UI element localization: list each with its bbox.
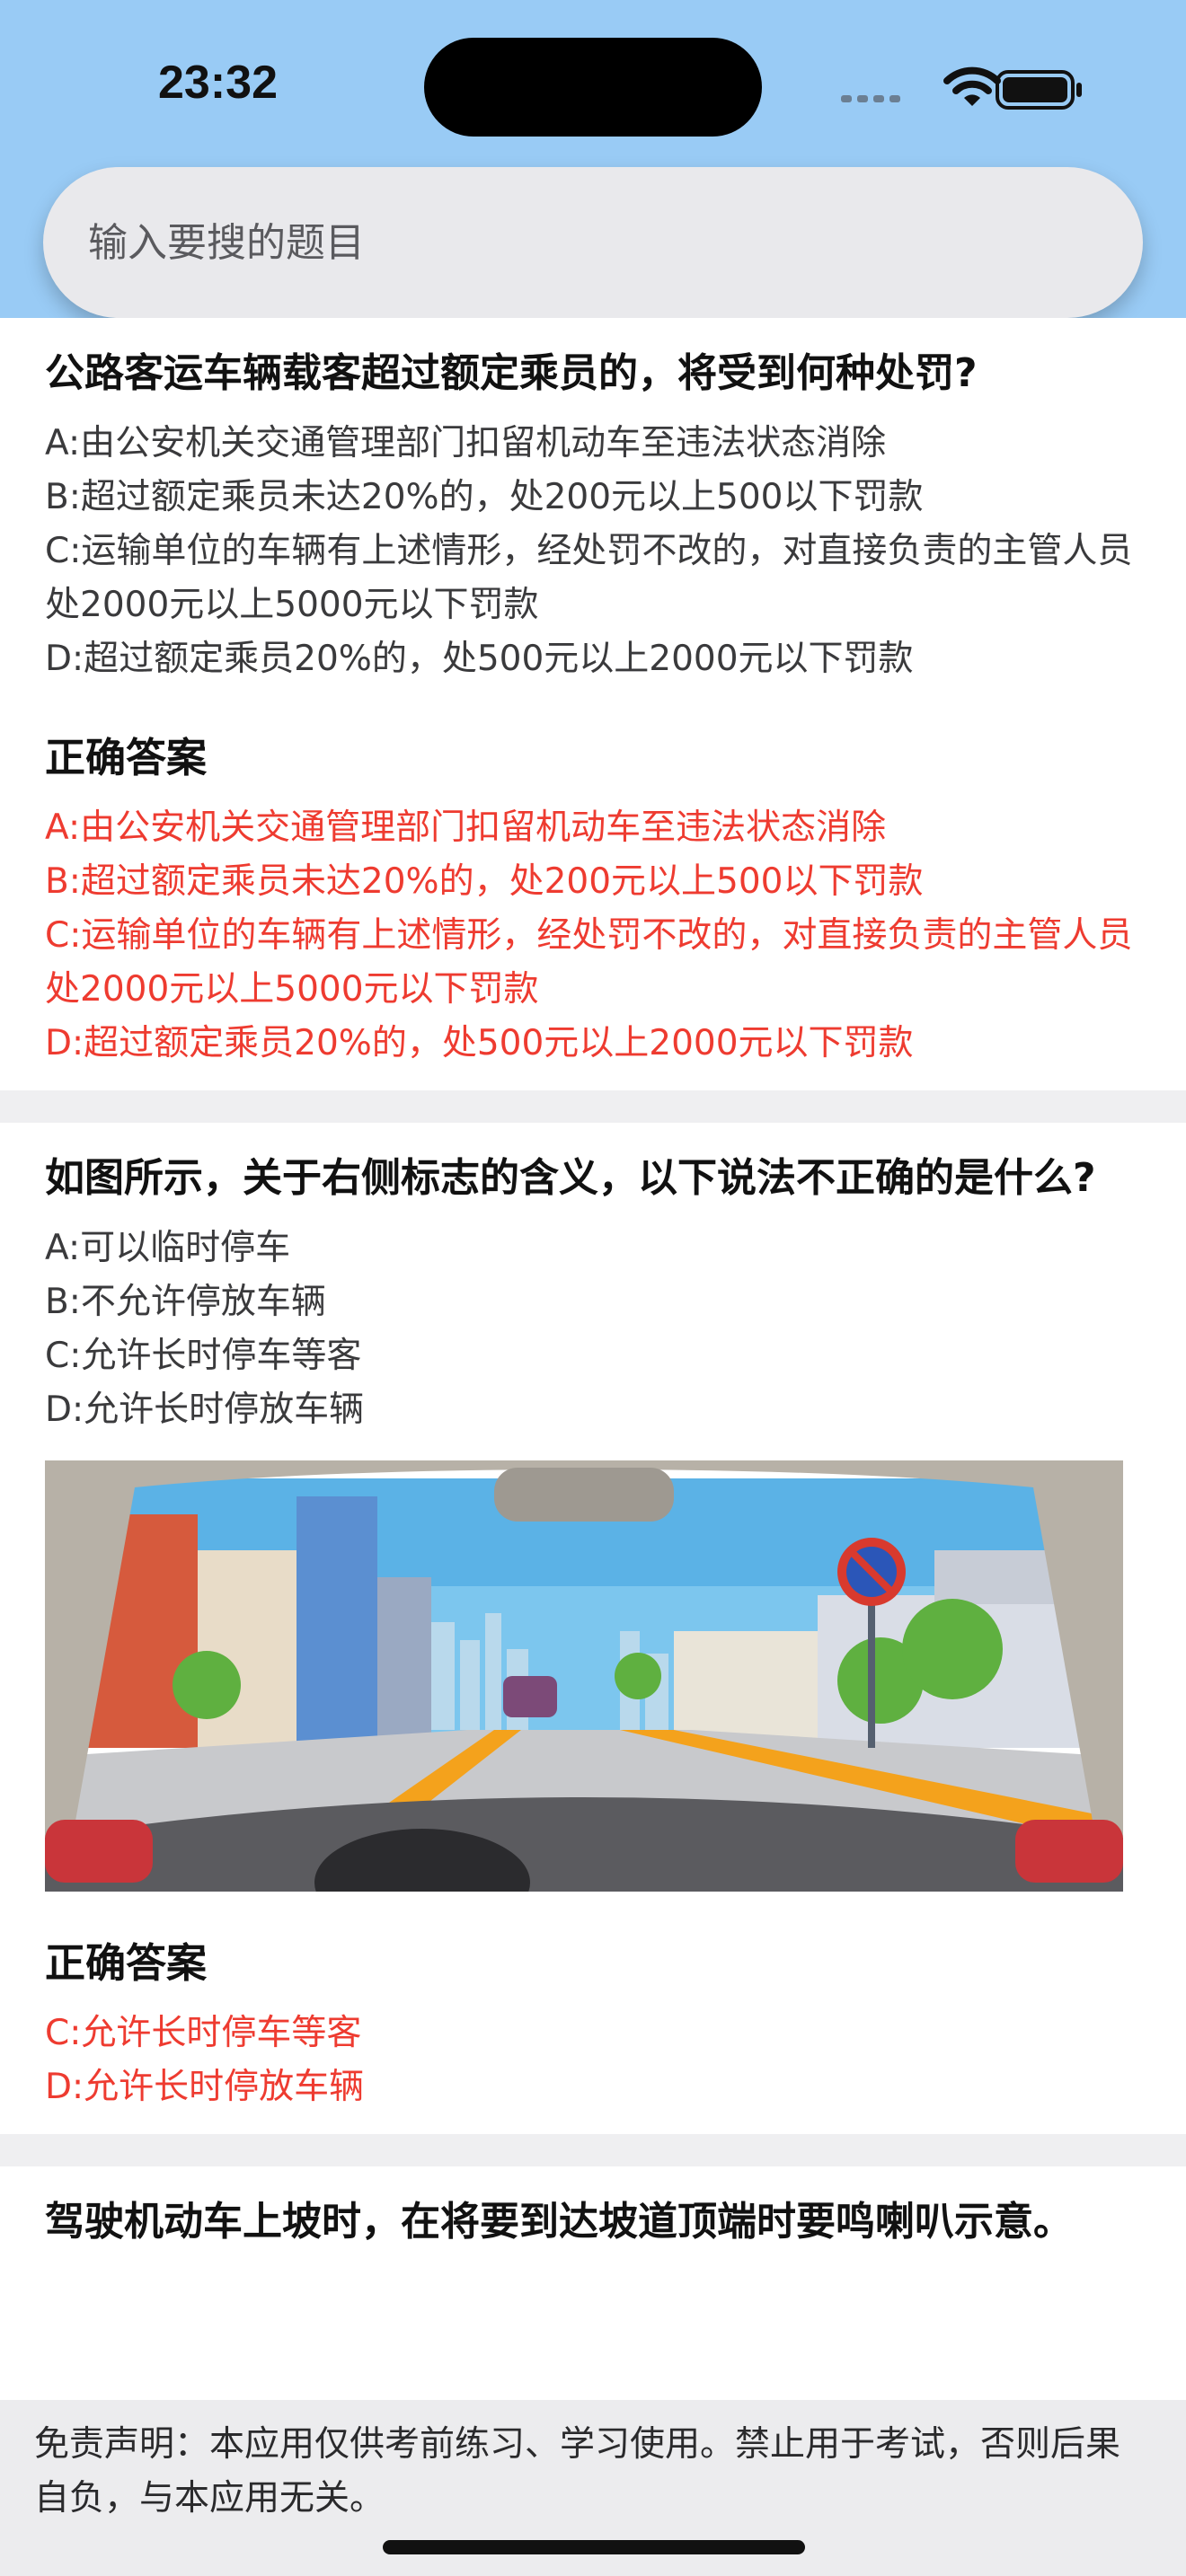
search-input[interactable] [88, 167, 1094, 318]
question-card: 公路客运车辆载客超过额定乘员的，将受到何种处罚? A:由公安机关交通管理部门扣留… [0, 318, 1186, 1090]
option-c: C:运输单位的车辆有上述情形，经处罚不改的，对直接负责的主管人员处2000元以上… [45, 531, 1133, 625]
wifi-icon [943, 66, 1001, 106]
option-c: C:允许长时停车等客 [45, 1336, 362, 1376]
option-d: D:超过额定乘员20%的，处500元以上2000元以下罚款 [45, 639, 914, 679]
question-text: 公路客运车辆载客超过额定乘员的，将受到何种处罚? [45, 350, 978, 396]
question-text: 驾驶机动车上坡时，在将要到达坡道顶端时要鸣喇叭示意。 [45, 2199, 1073, 2245]
option-b: B:不允许停放车辆 [45, 1282, 326, 1322]
answers-list: A:由公安机关交通管理部门扣留机动车至违法状态消除 B:超过额定乘员未达20%的… [45, 801, 1141, 1071]
card-separator [0, 2134, 1186, 2166]
options-list: A:由公安机关交通管理部门扣留机动车至违法状态消除 B:超过额定乘员未达20%的… [45, 417, 1141, 686]
question-card: 如图所示，关于右侧标志的含义，以下说法不正确的是什么? A:可以临时停车 B:不… [0, 1123, 1186, 2134]
question-card: 驾驶机动车上坡时，在将要到达坡道顶端时要鸣喇叭示意。 [0, 2166, 1186, 2271]
dynamic-island [424, 38, 762, 137]
side-mirror-right [1015, 1820, 1123, 1883]
answer-item: D:超过额定乘员20%的，处500元以上2000元以下罚款 [45, 1023, 914, 1063]
rearview-mirror [494, 1468, 674, 1522]
home-indicator[interactable] [383, 2540, 805, 2554]
app-header: 23:32 [0, 0, 1186, 318]
option-b: B:超过额定乘员未达20%的，处200元以上500以下罚款 [45, 477, 924, 517]
status-time: 23:32 [158, 57, 278, 109]
question-illustration [45, 1460, 1123, 1892]
option-a: A:由公安机关交通管理部门扣留机动车至违法状态消除 [45, 423, 887, 463]
status-icons [841, 66, 1082, 110]
car-ahead [503, 1676, 557, 1717]
question-text: 如图所示，关于右侧标志的含义，以下说法不正确的是什么? [45, 1155, 1096, 1201]
answers-list: C:允许长时停车等客 D:允许长时停放车辆 [45, 2007, 1141, 2114]
side-mirror-left [45, 1820, 153, 1883]
option-a: A:可以临时停车 [45, 1228, 291, 1268]
answer-item: C:允许长时停车等客 [45, 2013, 362, 2053]
answer-item: D:允许长时停放车辆 [45, 2067, 365, 2107]
battery-icon [996, 70, 1082, 110]
cellular-signal-icon [841, 95, 900, 102]
question-list[interactable]: 公路客运车辆载客超过额定乘员的，将受到何种处罚? A:由公安机关交通管理部门扣留… [0, 318, 1186, 2271]
answer-item: A:由公安机关交通管理部门扣留机动车至违法状态消除 [45, 807, 887, 848]
answer-title: 正确答案 [45, 734, 208, 781]
answer-title: 正确答案 [45, 1939, 208, 1987]
option-d: D:允许长时停放车辆 [45, 1389, 365, 1430]
search-bar[interactable] [43, 167, 1143, 318]
answer-item: B:超过额定乘员未达20%的，处200元以上500以下罚款 [45, 861, 924, 902]
disclaimer-text: 免责声明：本应用仅供考前练习、学习使用。禁止用于考试，否则后果自负，与本应用无关… [34, 2424, 1121, 2519]
answer-item: C:运输单位的车辆有上述情形，经处罚不改的，对直接负责的主管人员处2000元以上… [45, 915, 1133, 1010]
card-separator [0, 1090, 1186, 1123]
options-list: A:可以临时停车 B:不允许停放车辆 C:允许长时停车等客 D:允许长时停放车辆 [45, 1222, 1141, 1437]
